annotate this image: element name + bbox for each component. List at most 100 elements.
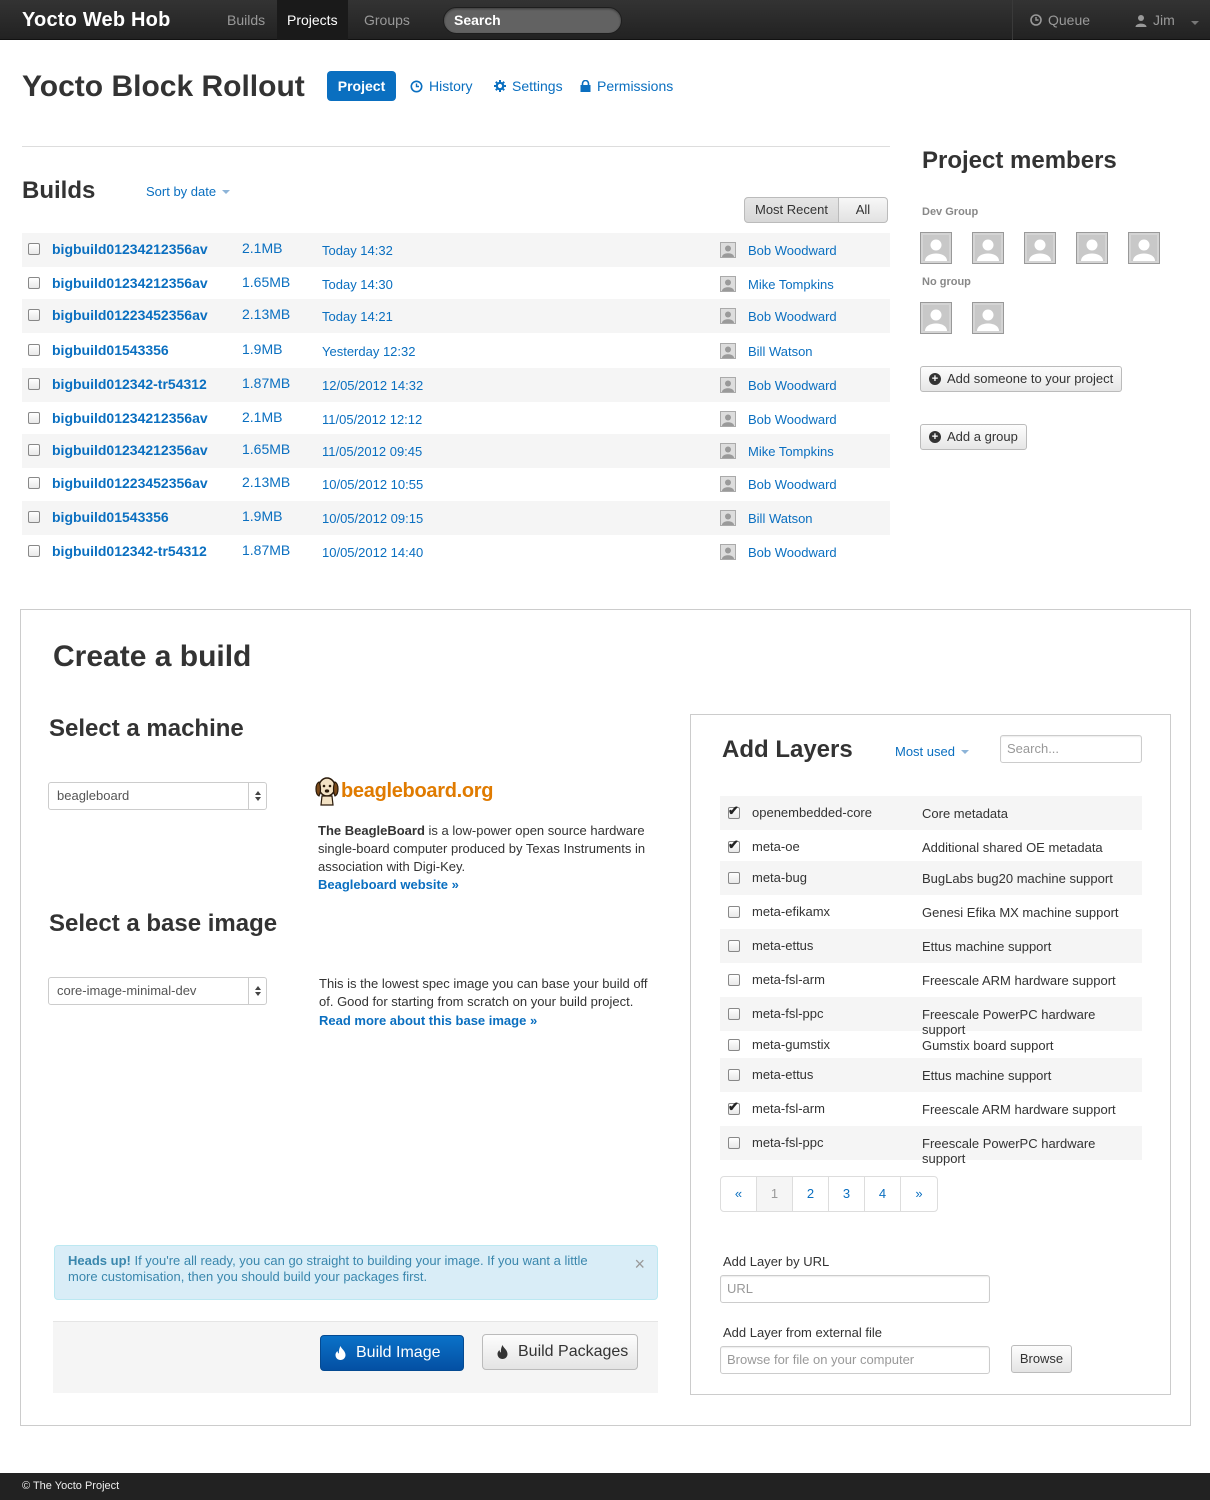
nav-item-builds[interactable]: Builds (217, 0, 275, 40)
build-date-link[interactable]: 11/05/2012 12:12 (322, 412, 422, 427)
build-name-link[interactable]: bigbuild01234212356av (52, 442, 208, 458)
layers-sort-dropdown[interactable]: Most used (895, 744, 969, 759)
build-name-link[interactable]: bigbuild01543356 (52, 342, 169, 358)
build-user-link[interactable]: Mike Tompkins (748, 444, 834, 459)
pagination-item[interactable]: 4 (865, 1177, 901, 1211)
build-packages-button[interactable]: Build Packages (482, 1334, 638, 1370)
member-avatar[interactable] (920, 302, 952, 334)
build-name-link[interactable]: bigbuild01234212356av (52, 241, 208, 257)
build-user-link[interactable]: Bob Woodward (748, 545, 837, 560)
pagination-item[interactable]: » (901, 1177, 937, 1211)
base-image-read-more-link[interactable]: Read more about this base image » (319, 1013, 537, 1028)
layer-checkbox[interactable] (728, 872, 740, 884)
nav-item-groups[interactable]: Groups (354, 0, 420, 40)
layer-checkbox[interactable] (728, 1039, 740, 1051)
build-date-link[interactable]: 10/05/2012 10:55 (322, 477, 423, 492)
build-name-link[interactable]: bigbuild012342-tr54312 (52, 376, 207, 392)
build-user-link[interactable]: Bill Watson (748, 344, 813, 359)
pagination-item[interactable]: 1 (757, 1177, 793, 1211)
member-avatar[interactable] (972, 232, 1004, 264)
add-group-button[interactable]: + Add a group (920, 424, 1027, 450)
build-user-link[interactable]: Bob Woodward (748, 477, 837, 492)
browse-button[interactable]: Browse (1011, 1345, 1072, 1373)
build-name-link[interactable]: bigbuild01234212356av (52, 410, 208, 426)
tab-settings[interactable]: Settings (494, 78, 563, 94)
pagination-item[interactable]: 2 (793, 1177, 829, 1211)
user-avatar-icon (720, 476, 736, 492)
list-item: ✔ meta-fsl-arm Freescale ARM hardware supp… (720, 1092, 1142, 1126)
layer-url-input[interactable]: URL (720, 1275, 990, 1303)
build-date-link[interactable]: 10/05/2012 14:40 (322, 545, 423, 560)
tab-project[interactable]: Project (327, 71, 396, 101)
row-checkbox[interactable] (28, 444, 40, 456)
build-name-link[interactable]: bigbuild01223452356av (52, 307, 208, 323)
add-member-button[interactable]: + Add someone to your project (920, 366, 1123, 392)
layer-checkbox[interactable] (728, 1008, 740, 1020)
build-image-button[interactable]: Build Image (320, 1335, 464, 1371)
member-avatar[interactable] (920, 232, 952, 264)
queue-link[interactable]: Queue (1030, 0, 1090, 40)
tab-history-label: History (429, 78, 473, 94)
build-date-link[interactable]: Today 14:32 (322, 243, 393, 258)
filter-most-recent-button[interactable]: Most Recent (744, 197, 839, 223)
machine-select[interactable]: beagleboard (48, 782, 267, 810)
row-checkbox[interactable] (28, 477, 40, 489)
tab-permissions[interactable]: Permissions (580, 78, 673, 94)
pagination-item[interactable]: « (721, 1177, 757, 1211)
tab-history[interactable]: History (410, 78, 473, 94)
row-checkbox[interactable] (28, 412, 40, 424)
build-user-link[interactable]: Bob Woodward (748, 309, 837, 324)
row-checkbox[interactable] (28, 277, 40, 289)
build-date-link[interactable]: 12/05/2012 14:32 (322, 378, 423, 393)
member-avatar[interactable] (1076, 232, 1108, 264)
layer-checkbox[interactable] (728, 906, 740, 918)
row-checkbox[interactable] (28, 511, 40, 523)
build-date-link[interactable]: 10/05/2012 09:15 (322, 511, 423, 526)
build-name-link[interactable]: bigbuild01543356 (52, 509, 169, 525)
layer-name: meta-gumstix (752, 1037, 831, 1052)
list-item: meta-fsl-arm Freescale ARM hardware suppo… (720, 963, 1142, 997)
build-user-link[interactable]: Bob Woodward (748, 243, 837, 258)
build-user-link[interactable]: Mike Tompkins (748, 277, 834, 292)
table-row: bigbuild01223452356av 2.13MB Today 14:21 Bo… (22, 299, 890, 333)
layers-search-input[interactable]: Search... (1000, 735, 1142, 763)
group-label-none: No group (922, 276, 971, 288)
member-avatar[interactable] (972, 302, 1004, 334)
build-name-link[interactable]: bigbuild012342-tr54312 (52, 543, 207, 559)
member-avatar[interactable] (1024, 232, 1056, 264)
table-row: bigbuild012342-tr54312 1.87MB 10/05/2012 1… (22, 535, 890, 569)
layer-checkbox[interactable]: ✔ (728, 1100, 740, 1115)
layer-checkbox[interactable] (728, 974, 740, 986)
build-date-link[interactable]: Today 14:30 (322, 277, 393, 292)
row-checkbox[interactable] (28, 378, 40, 390)
layer-file-input[interactable]: Browse for file on your computer (720, 1346, 990, 1374)
build-date-link[interactable]: Today 14:21 (322, 309, 393, 324)
sort-dropdown[interactable]: Sort by date (146, 184, 231, 199)
brand-logo[interactable]: Yocto Web Hob (22, 9, 171, 32)
layer-checkbox[interactable] (728, 1137, 740, 1149)
user-menu[interactable]: Jim (1135, 0, 1199, 40)
member-avatar[interactable] (1128, 232, 1160, 264)
filter-all-button[interactable]: All (838, 197, 888, 223)
layer-checkbox[interactable]: ✔ (728, 804, 740, 819)
build-date-link[interactable]: Yesterday 12:32 (322, 344, 415, 359)
build-name-link[interactable]: bigbuild01223452356av (52, 475, 208, 491)
build-user-link[interactable]: Bob Woodward (748, 412, 837, 427)
row-checkbox[interactable] (28, 243, 40, 255)
search-input[interactable]: Search (443, 7, 622, 34)
close-icon[interactable]: × (634, 1255, 645, 1273)
row-checkbox[interactable] (28, 344, 40, 356)
layer-checkbox[interactable] (728, 940, 740, 952)
layer-checkbox[interactable]: ✔ (728, 838, 740, 853)
build-user-link[interactable]: Bob Woodward (748, 378, 837, 393)
build-user-link[interactable]: Bill Watson (748, 511, 813, 526)
layer-checkbox[interactable] (728, 1069, 740, 1081)
row-checkbox[interactable] (28, 309, 40, 321)
beagleboard-website-link[interactable]: Beagleboard website » (318, 877, 459, 892)
base-image-select[interactable]: core-image-minimal-dev (48, 977, 267, 1005)
build-name-link[interactable]: bigbuild01234212356av (52, 275, 208, 291)
nav-item-projects[interactable]: Projects (277, 0, 348, 40)
pagination-item[interactable]: 3 (829, 1177, 865, 1211)
build-date-link[interactable]: 11/05/2012 09:45 (322, 444, 422, 459)
row-checkbox[interactable] (28, 545, 40, 557)
